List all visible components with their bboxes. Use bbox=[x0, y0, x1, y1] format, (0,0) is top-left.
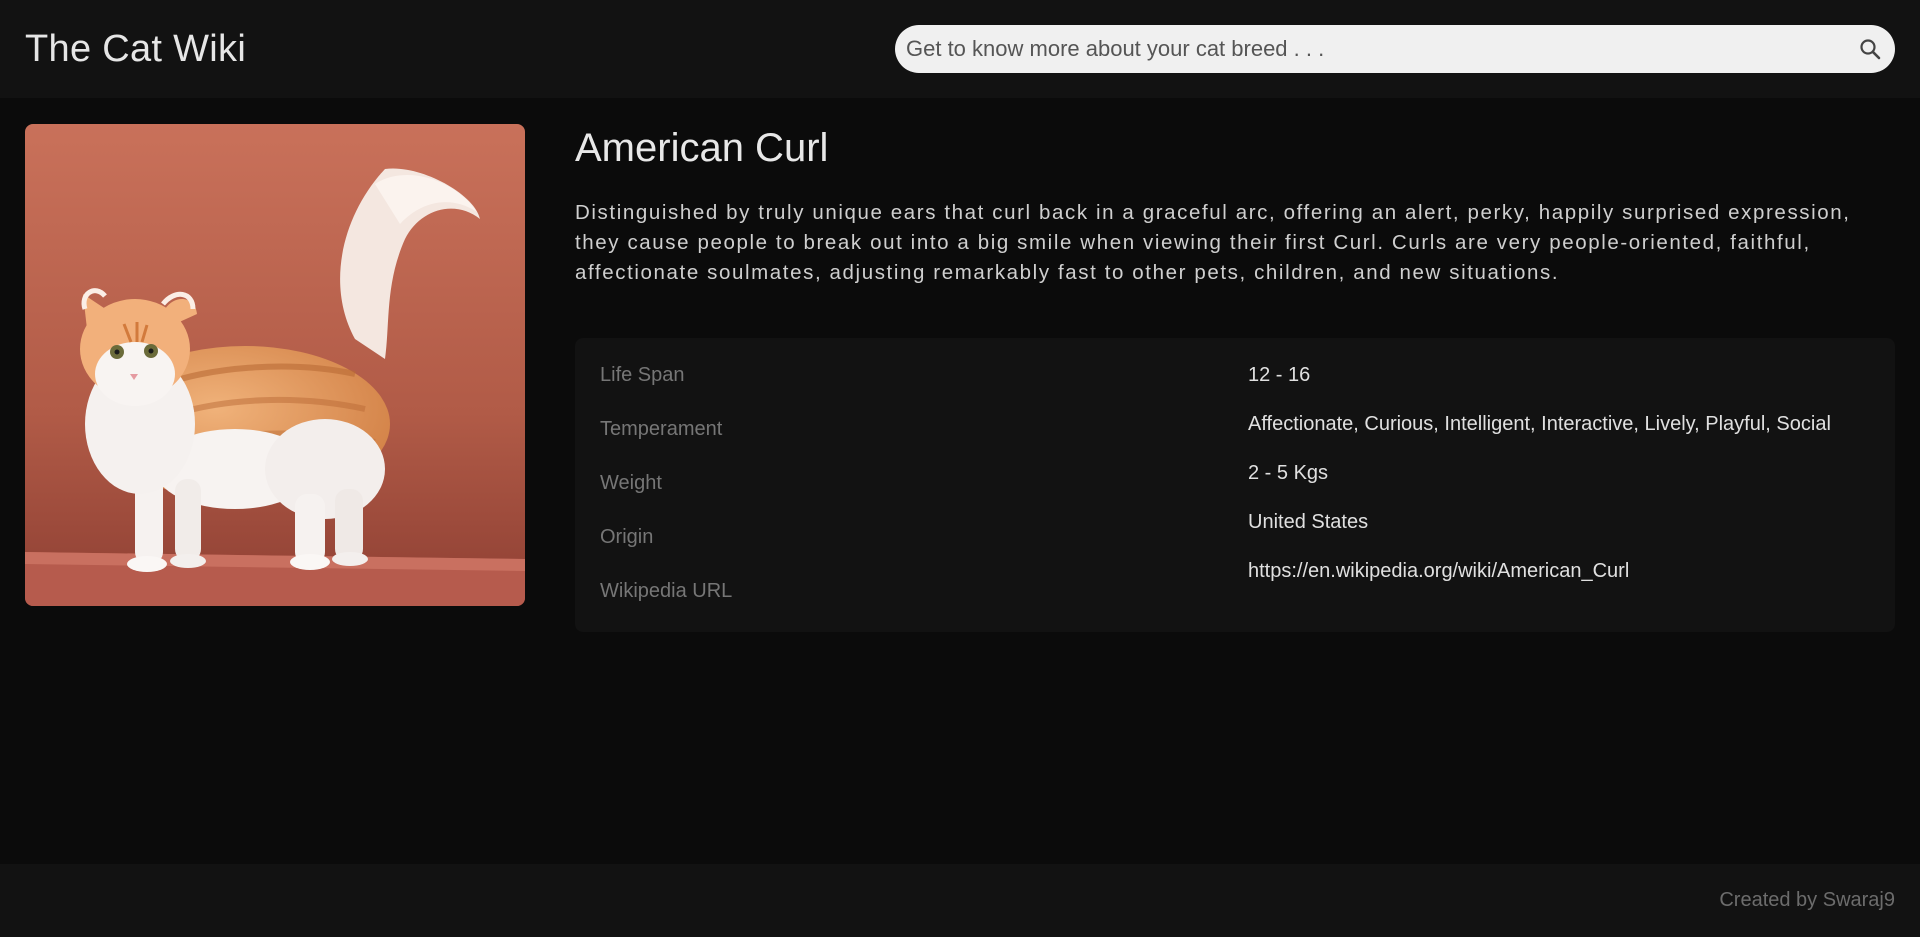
origin-value: United States bbox=[1248, 511, 1369, 533]
life-span-value: 12 - 16 bbox=[1248, 364, 1311, 386]
site-header: The Cat Wiki bbox=[0, 0, 1920, 98]
life-span-label: Life Span bbox=[600, 364, 685, 386]
site-title[interactable]: The Cat Wiki bbox=[25, 28, 246, 71]
info-values: 12 - 16 Affectionate, Curious, Intellige… bbox=[1248, 363, 1848, 632]
search-bar[interactable] bbox=[895, 25, 1895, 73]
breed-image bbox=[25, 124, 525, 606]
origin-label: Origin bbox=[600, 526, 654, 548]
breed-details: American Curl Distinguished by truly uni… bbox=[25, 124, 1895, 684]
weight-label: Weight bbox=[600, 472, 662, 494]
search-icon[interactable] bbox=[1857, 36, 1883, 62]
breed-info-card: Life Span Temperament Weight Origin Wiki… bbox=[575, 338, 1895, 632]
temperament-value: Affectionate, Curious, Intelligent, Inte… bbox=[1248, 413, 1831, 435]
footer-credit: Created by Swaraj9 bbox=[1719, 889, 1895, 911]
wikipedia-url-link[interactable]: https://en.wikipedia.org/wiki/American_C… bbox=[1248, 559, 1848, 583]
breed-description: Distinguished by truly unique ears that … bbox=[575, 201, 1851, 284]
search-input[interactable] bbox=[906, 25, 1857, 73]
temperament-label: Temperament bbox=[600, 418, 723, 440]
breed-content: American Curl Distinguished by truly uni… bbox=[575, 124, 1895, 684]
weight-value: 2 - 5 Kgs bbox=[1248, 462, 1329, 484]
breed-name: American Curl bbox=[575, 126, 829, 170]
site-footer: Created by Swaraj9 bbox=[0, 864, 1920, 937]
info-labels: Life Span Temperament Weight Origin Wiki… bbox=[600, 363, 1248, 632]
wikipedia-url-label: Wikipedia URL bbox=[600, 580, 733, 602]
